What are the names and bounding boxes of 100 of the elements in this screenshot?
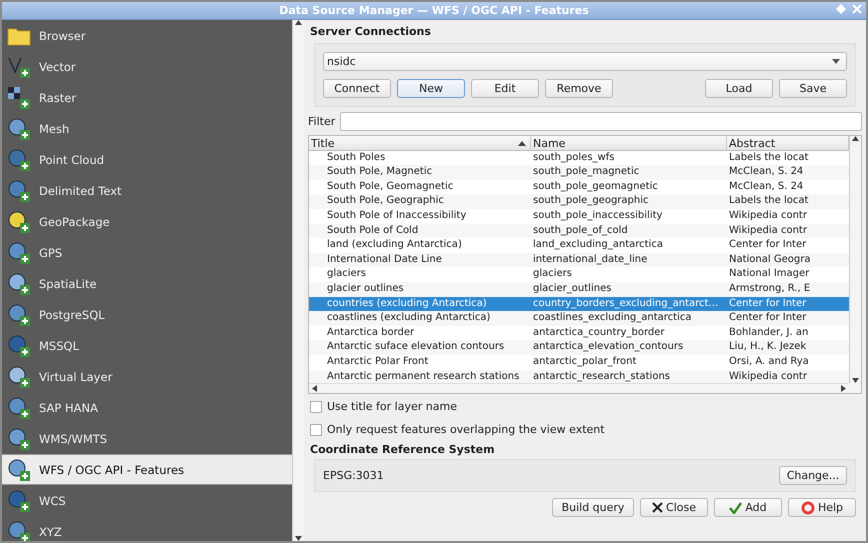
checkmark-icon bbox=[729, 502, 742, 514]
connection-dropdown[interactable]: nsidc bbox=[323, 52, 847, 71]
table-cell[interactable]: Antarctic Polar Front bbox=[309, 354, 531, 370]
table-cell[interactable]: glacier outlines bbox=[309, 282, 531, 297]
scrollbar[interactable] bbox=[292, 20, 304, 541]
dialog-button[interactable]: Build query bbox=[552, 498, 634, 517]
table-cell[interactable]: antarctic_research_stations bbox=[531, 370, 727, 383]
table-cell[interactable]: antarctic_polar_front bbox=[531, 354, 727, 370]
up-arrow-icon[interactable] bbox=[295, 20, 302, 25]
sidebar-item[interactable]: Browser bbox=[2, 20, 292, 51]
table-cell[interactable]: McClean, S. 24 bbox=[727, 165, 849, 180]
table-cell[interactable]: south_pole_inaccessibility bbox=[531, 208, 727, 224]
file-button[interactable]: Load bbox=[705, 79, 773, 98]
sidebar-item[interactable]: SAP HANA bbox=[2, 392, 292, 423]
change-button[interactable]: Change... bbox=[779, 466, 847, 485]
crs-value: EPSG:3031 bbox=[323, 469, 384, 482]
table-cell[interactable]: glacier_outlines bbox=[531, 282, 727, 297]
window-title: Data Source Manager — WFS / OGC API - Features bbox=[279, 4, 589, 17]
table-cell[interactable]: Armstrong, R., E bbox=[727, 282, 849, 297]
connection-button[interactable]: Connect bbox=[323, 79, 391, 98]
table-cell[interactable]: South Pole of Inaccessibility bbox=[309, 208, 531, 224]
scrollbar[interactable] bbox=[309, 383, 849, 393]
table-cell[interactable]: South Pole of Cold bbox=[309, 224, 531, 238]
dropdown-arrow-icon bbox=[832, 59, 840, 64]
sidebar-item[interactable]: WCS bbox=[2, 485, 292, 516]
up-arrow-icon[interactable] bbox=[852, 136, 859, 141]
sidebar-item[interactable]: Point Cloud bbox=[2, 144, 292, 175]
table-cell[interactable]: Center for Inter bbox=[727, 296, 849, 312]
table-cell[interactable]: south_pole_of_cold bbox=[531, 224, 727, 238]
sidebar-item[interactable]: WMS/WMTS bbox=[2, 423, 292, 454]
sidebar-item[interactable]: Virtual Layer bbox=[2, 361, 292, 392]
lifebuoy-icon bbox=[800, 500, 815, 514]
restore-icon[interactable] bbox=[836, 4, 846, 14]
connection-button[interactable]: Remove bbox=[545, 79, 613, 98]
table-cell[interactable]: National Geogra bbox=[727, 252, 849, 268]
sidebar-item[interactable]: PostgreSQL bbox=[2, 299, 292, 330]
left-arrow-icon[interactable] bbox=[312, 385, 317, 392]
sidebar-item[interactable]: SpatiaLite bbox=[2, 268, 292, 299]
table-cell[interactable]: south_pole_geographic bbox=[531, 194, 727, 209]
table-cell[interactable]: Bohlander, J. an bbox=[727, 326, 849, 340]
checkbox[interactable] bbox=[310, 400, 322, 412]
table-cell[interactable]: antarctica_elevation_contours bbox=[531, 340, 727, 355]
table-cell[interactable]: Antarctica border bbox=[309, 326, 531, 340]
table-cell[interactable]: international_date_line bbox=[531, 252, 727, 268]
table-cell[interactable]: countries (excluding Antarctica) bbox=[309, 296, 531, 312]
table-cell[interactable]: South Pole, Geomagnetic bbox=[309, 180, 531, 194]
down-arrow-icon[interactable] bbox=[295, 536, 302, 541]
sidebar-item[interactable]: Delimited Text bbox=[2, 175, 292, 206]
filter-field[interactable] bbox=[340, 112, 862, 131]
sidebar-item[interactable]: Vector bbox=[2, 51, 292, 82]
down-arrow-icon[interactable] bbox=[852, 378, 859, 383]
table-cell[interactable]: glaciers bbox=[531, 267, 727, 282]
table-cell[interactable]: Center for Inter bbox=[727, 311, 849, 326]
table-cell[interactable]: glaciers bbox=[309, 267, 531, 282]
column-header[interactable]: Abstract bbox=[727, 136, 849, 151]
table-cell[interactable]: country_borders_excluding_antarct… bbox=[531, 296, 727, 312]
column-header[interactable]: Name bbox=[531, 136, 727, 151]
table-cell[interactable]: South Pole, Geographic bbox=[309, 194, 531, 209]
table-cell[interactable]: antarctica_country_border bbox=[531, 326, 727, 340]
dialog-button[interactable]: Help bbox=[788, 498, 856, 517]
sidebar-item[interactable]: XYZ bbox=[2, 516, 292, 541]
table-cell[interactable]: Wikipedia contr bbox=[727, 208, 849, 224]
table-cell[interactable]: Orsi, A. and Rya bbox=[727, 354, 849, 370]
table-cell[interactable]: south_poles_wfs bbox=[531, 150, 727, 166]
dialog-button[interactable]: Add bbox=[714, 498, 782, 517]
sidebar-item[interactable]: WFS / OGC API - Features bbox=[2, 454, 292, 485]
table-cell[interactable]: Antarctic suface elevation contours bbox=[309, 340, 531, 355]
dialog-button[interactable]: Close bbox=[640, 498, 708, 517]
table-cell[interactable]: coastlines_excluding_antarctica bbox=[531, 311, 727, 326]
sidebar-item[interactable]: GeoPackage bbox=[2, 206, 292, 237]
table-cell[interactable]: land (excluding Antarctica) bbox=[309, 238, 531, 253]
table-cell[interactable]: Wikipedia contr bbox=[727, 370, 849, 383]
folder-icon bbox=[7, 26, 31, 46]
right-arrow-icon[interactable] bbox=[841, 385, 846, 392]
close-icon[interactable] bbox=[852, 4, 862, 14]
checkbox[interactable] bbox=[310, 424, 322, 436]
sidebar-item[interactable]: MSSQL bbox=[2, 330, 292, 361]
table-cell[interactable]: coastlines (excluding Antarctica) bbox=[309, 311, 531, 326]
column-header[interactable]: Title bbox=[309, 136, 531, 151]
connection-button[interactable]: Edit bbox=[471, 79, 539, 98]
sidebar-item[interactable]: Raster bbox=[2, 82, 292, 113]
file-button[interactable]: Save bbox=[779, 79, 847, 98]
table-cell[interactable]: Liu, H., K. Jezek bbox=[727, 340, 849, 355]
table-cell[interactable]: Center for Inter bbox=[727, 238, 849, 253]
table-cell[interactable]: International Date Line bbox=[309, 252, 531, 268]
table-cell[interactable]: Labels the locat bbox=[727, 194, 849, 209]
table-cell[interactable]: National Imager bbox=[727, 267, 849, 282]
table-cell[interactable]: McClean, S. 24 bbox=[727, 180, 849, 194]
table-cell[interactable]: south_pole_magnetic bbox=[531, 165, 727, 180]
table-cell[interactable]: land_excluding_antarctica bbox=[531, 238, 727, 253]
table-cell[interactable]: Antarctic permanent research stations bbox=[309, 370, 531, 383]
table-cell[interactable]: South Pole, Magnetic bbox=[309, 165, 531, 180]
table-cell[interactable]: Wikipedia contr bbox=[727, 224, 849, 238]
scrollbar[interactable] bbox=[849, 136, 861, 383]
table-cell[interactable]: south_pole_geomagnetic bbox=[531, 180, 727, 194]
table-cell[interactable]: South Poles bbox=[309, 150, 531, 166]
sidebar-item[interactable]: Mesh bbox=[2, 113, 292, 144]
sidebar-item[interactable]: GPS bbox=[2, 237, 292, 268]
connection-button[interactable]: New bbox=[397, 79, 465, 98]
table-cell[interactable]: Labels the locat bbox=[727, 150, 849, 166]
